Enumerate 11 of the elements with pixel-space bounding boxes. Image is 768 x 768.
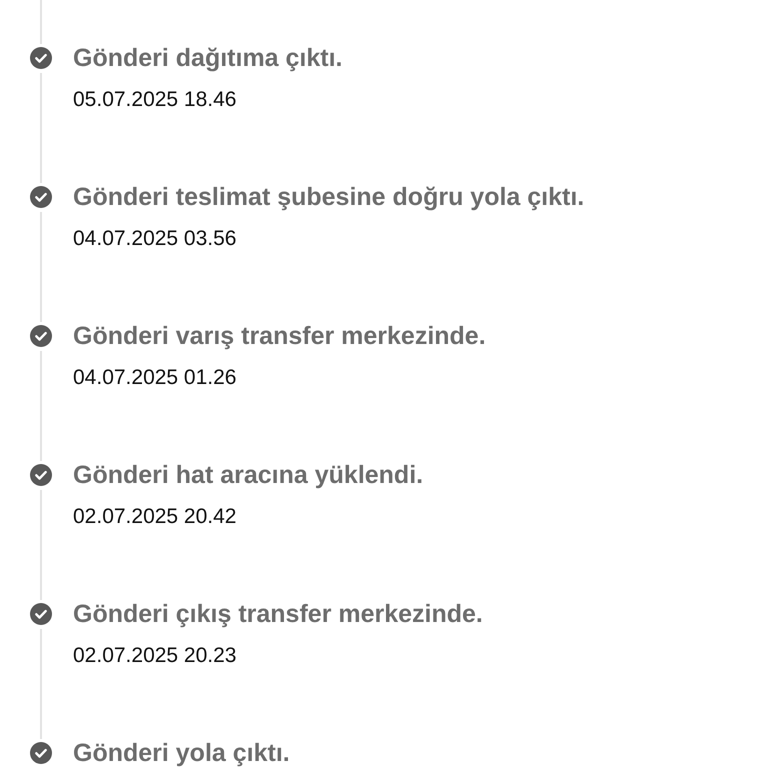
event-title: Gönderi varış transfer merkezinde. bbox=[73, 322, 486, 350]
event-date: 02.07.2025 20.42 bbox=[73, 504, 238, 530]
event-date: 05.07.2025 18.46 bbox=[73, 87, 238, 113]
event-title: Gönderi dağıtıma çıktı. bbox=[73, 44, 342, 72]
event-date: 04.07.2025 03.56 bbox=[73, 226, 238, 252]
event-title: Gönderi hat aracına yüklendi. bbox=[73, 461, 424, 489]
event-title: Gönderi yola çıktı. bbox=[73, 739, 290, 767]
event-date: 02.07.2025 20.23 bbox=[73, 643, 238, 669]
event-date: 04.07.2025 01.26 bbox=[73, 365, 238, 391]
event-title: Gönderi çıkış transfer merkezinde. bbox=[73, 600, 483, 628]
event-title: Gönderi teslimat şubesine doğru yola çıktı. bbox=[73, 183, 584, 211]
